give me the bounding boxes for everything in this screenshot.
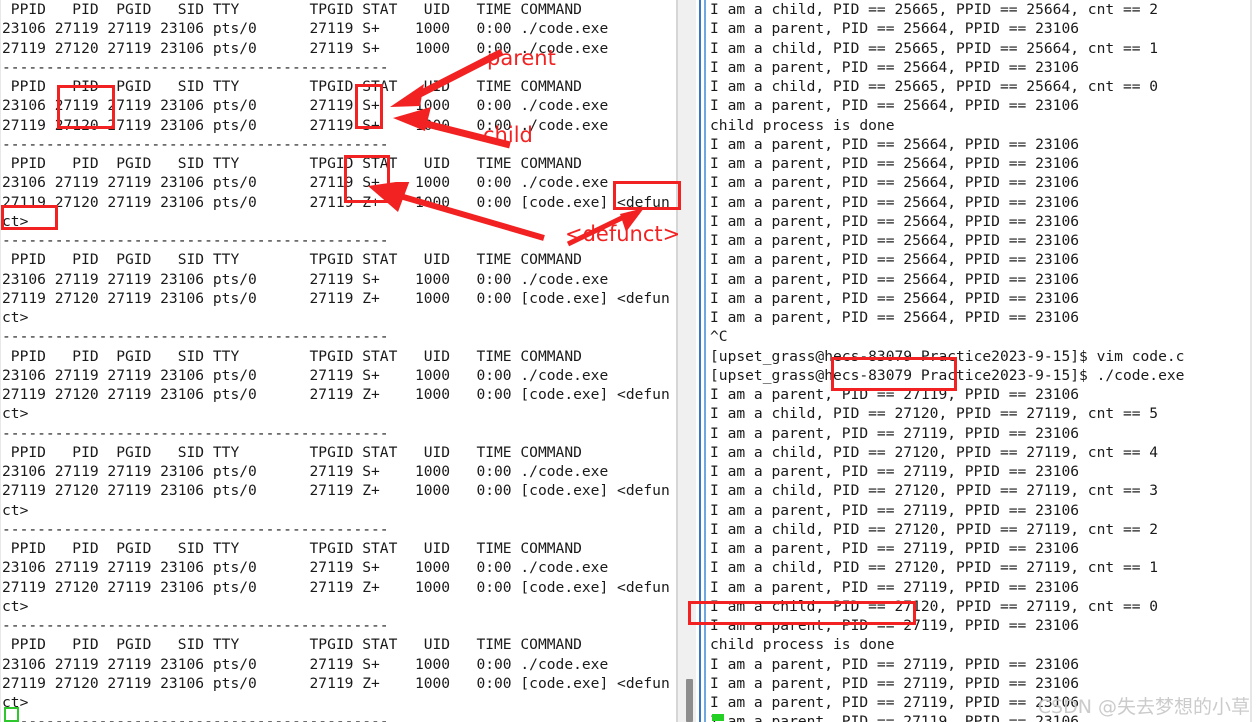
- terminal-line: child process is done: [710, 636, 895, 654]
- terminal-line: ----------------------------------------…: [2, 617, 389, 634]
- terminal-line: I am a parent, PID == 25664, PPID == 231…: [710, 135, 1080, 153]
- defunct-highlight-box: [613, 181, 681, 210]
- terminal-line: ct>: [2, 405, 29, 423]
- terminal-line: [upset_grass@hecs-83079 Practice2023-9-1…: [710, 366, 1185, 384]
- terminal-line: 23106 27119 27119 23106 pts/0 27119 S+ 1…: [2, 655, 609, 673]
- terminal-line: PPID PID PGID SID TTY TPGID STAT UID TIM…: [2, 540, 582, 557]
- gutter-divider: [676, 0, 678, 722]
- terminal-line: ct>: [2, 597, 29, 615]
- terminal-line: PPID PID PGID SID TTY TPGID STAT UID TIM…: [2, 155, 582, 172]
- terminal-line: ----------------------------------------…: [2, 424, 389, 442]
- terminal-line: ----------------------------------------…: [2, 713, 389, 722]
- terminal-line: I am a parent, PID == 27119, PPID == 231…: [710, 463, 1080, 480]
- terminal-line: ct>: [2, 694, 29, 711]
- terminal-line: PPID PID PGID SID TTY TPGID STAT UID TIM…: [2, 251, 582, 269]
- scrollbar-thumb[interactable]: [686, 679, 693, 722]
- terminal-line: ct>: [2, 309, 29, 326]
- terminal-line: I am a child, PID == 25665, PPID == 2566…: [710, 1, 1159, 18]
- terminal-line: 23106 27119 27119 23106 pts/0 27119 S+ 1…: [2, 366, 609, 384]
- pane-right-edge: [1250, 0, 1252, 722]
- terminal-line: 27119 27120 27119 23106 pts/0 27119 Z+ 1…: [2, 578, 670, 596]
- terminal-line: 23106 27119 27119 23106 pts/0 27119 S+ 1…: [2, 559, 609, 577]
- defunct-wrap-highlight-box: [1, 205, 58, 230]
- terminal-line: 27119 27120 27119 23106 pts/0 27119 S+ 1…: [2, 39, 609, 57]
- terminal-line: I am a parent, PID == 27119, PPID == 231…: [710, 501, 1080, 519]
- terminal-line: 23106 27119 27119 23106 pts/0 27119 S+ 1…: [2, 270, 609, 288]
- terminal-line: I am a parent, PID == 25664, PPID == 231…: [710, 97, 1080, 115]
- parent-annotation-label: parent: [487, 46, 556, 70]
- defunct-annotation-label: <defunct>: [565, 222, 681, 246]
- terminal-line: I am a parent, PID == 25664, PPID == 231…: [710, 193, 1080, 211]
- terminal-line: [upset_grass@hecs-83079 Practice2023-9-1…: [710, 347, 1185, 365]
- watermark: CSDN @失去梦想的小草: [1037, 696, 1250, 718]
- terminal-line: PPID PID PGID SID TTY TPGID STAT UID TIM…: [2, 636, 582, 654]
- terminal-cursor-left: [4, 707, 19, 722]
- terminal-line: I am a parent, PID == 25664, PPID == 231…: [710, 58, 1080, 76]
- terminal-line: I am a child, PID == 25665, PPID == 2566…: [710, 39, 1159, 57]
- terminal-line: I am a parent, PID == 25664, PPID == 231…: [710, 155, 1080, 172]
- terminal-line: I am a child, PID == 27120, PPID == 2711…: [710, 559, 1159, 577]
- zombie-arrow-icon: [368, 182, 545, 241]
- terminal-line: 27119 27120 27119 23106 pts/0 27119 Z+ 1…: [2, 674, 670, 692]
- terminal-line: ----------------------------------------…: [2, 520, 389, 538]
- terminal-cursor-right: [712, 714, 724, 721]
- pid-pair-highlight-box: [831, 357, 957, 391]
- terminal-line: I am a parent, PID == 27119, PPID == 231…: [710, 386, 1080, 403]
- child-annotation-label: child: [483, 123, 533, 147]
- terminal-line: I am a parent, PID == 25664, PPID == 231…: [710, 309, 1080, 326]
- terminal-line: I am a parent, PID == 25664, PPID == 231…: [710, 270, 1080, 288]
- terminal-line: 23106 27119 27119 23106 pts/0 27119 S+ 1…: [2, 463, 609, 480]
- terminal-line: 27119 27120 27119 23106 pts/0 27119 Z+ 1…: [2, 482, 670, 500]
- terminal-line: ----------------------------------------…: [2, 135, 389, 153]
- terminal-line: 23106 27119 27119 23106 pts/0 27119 S+ 1…: [2, 20, 609, 38]
- screenshot-root: PPID PID PGID SID TTY TPGID STAT UID TIM…: [0, 0, 1256, 722]
- terminal-line: I am a child, PID == 27120, PPID == 2711…: [710, 520, 1159, 538]
- terminal-line: I am a child, PID == 27120, PPID == 2711…: [710, 443, 1159, 461]
- terminal-line: I am a child, PID == 27120, PPID == 2711…: [710, 482, 1159, 500]
- terminal-line: I am a parent, PID == 27119, PPID == 231…: [710, 655, 1080, 673]
- terminal-line: PPID PID PGID SID TTY TPGID STAT UID TIM…: [2, 1, 582, 18]
- terminal-line: 27119 27120 27119 23106 pts/0 27119 Z+ 1…: [2, 386, 670, 403]
- terminal-line: ----------------------------------------…: [2, 328, 389, 346]
- terminal-line: 27119 27120 27119 23106 pts/0 27119 Z+ 1…: [2, 289, 670, 307]
- terminal-line: I am a parent, PID == 25664, PPID == 231…: [710, 174, 1080, 192]
- stat-splus-highlight-box: [355, 84, 383, 129]
- terminal-line: I am a parent, PID == 25664, PPID == 231…: [710, 212, 1080, 230]
- terminal-line: I am a parent, PID == 27119, PPID == 231…: [710, 424, 1080, 442]
- terminal-line: I am a parent, PID == 25664, PPID == 231…: [710, 20, 1080, 38]
- terminal-line: ----------------------------------------…: [2, 58, 389, 76]
- terminal-line: I am a parent, PID == 27119, PPID == 231…: [710, 578, 1080, 596]
- terminal-line: ^C: [710, 328, 728, 346]
- terminal-line: I am a child, PID == 25665, PPID == 2566…: [710, 78, 1159, 95]
- terminal-line: child process is done: [710, 116, 895, 134]
- terminal-line: I am a parent, PID == 27119, PPID == 231…: [710, 674, 1080, 692]
- terminal-line: 23106 27119 27119 23106 pts/0 27119 S+ 1…: [2, 174, 609, 192]
- terminal-line: ct>: [2, 501, 29, 519]
- terminal-line: I am a parent, PID == 25664, PPID == 231…: [710, 289, 1080, 307]
- pid-column-highlight-box: [57, 85, 115, 129]
- terminal-line: I am a parent, PID == 27119, PPID == 231…: [710, 540, 1080, 557]
- terminal-line: I am a parent, PID == 25664, PPID == 231…: [710, 251, 1080, 269]
- child-done-highlight-box: [688, 601, 916, 625]
- terminal-line: PPID PID PGID SID TTY TPGID STAT UID TIM…: [2, 347, 582, 365]
- pane-left-edge: [0, 0, 1, 722]
- terminal-line: PPID PID PGID SID TTY TPGID STAT UID TIM…: [2, 443, 582, 461]
- terminal-line: I am a parent, PID == 25664, PPID == 231…: [710, 232, 1080, 249]
- terminal-line: I am a child, PID == 27120, PPID == 2711…: [710, 405, 1159, 423]
